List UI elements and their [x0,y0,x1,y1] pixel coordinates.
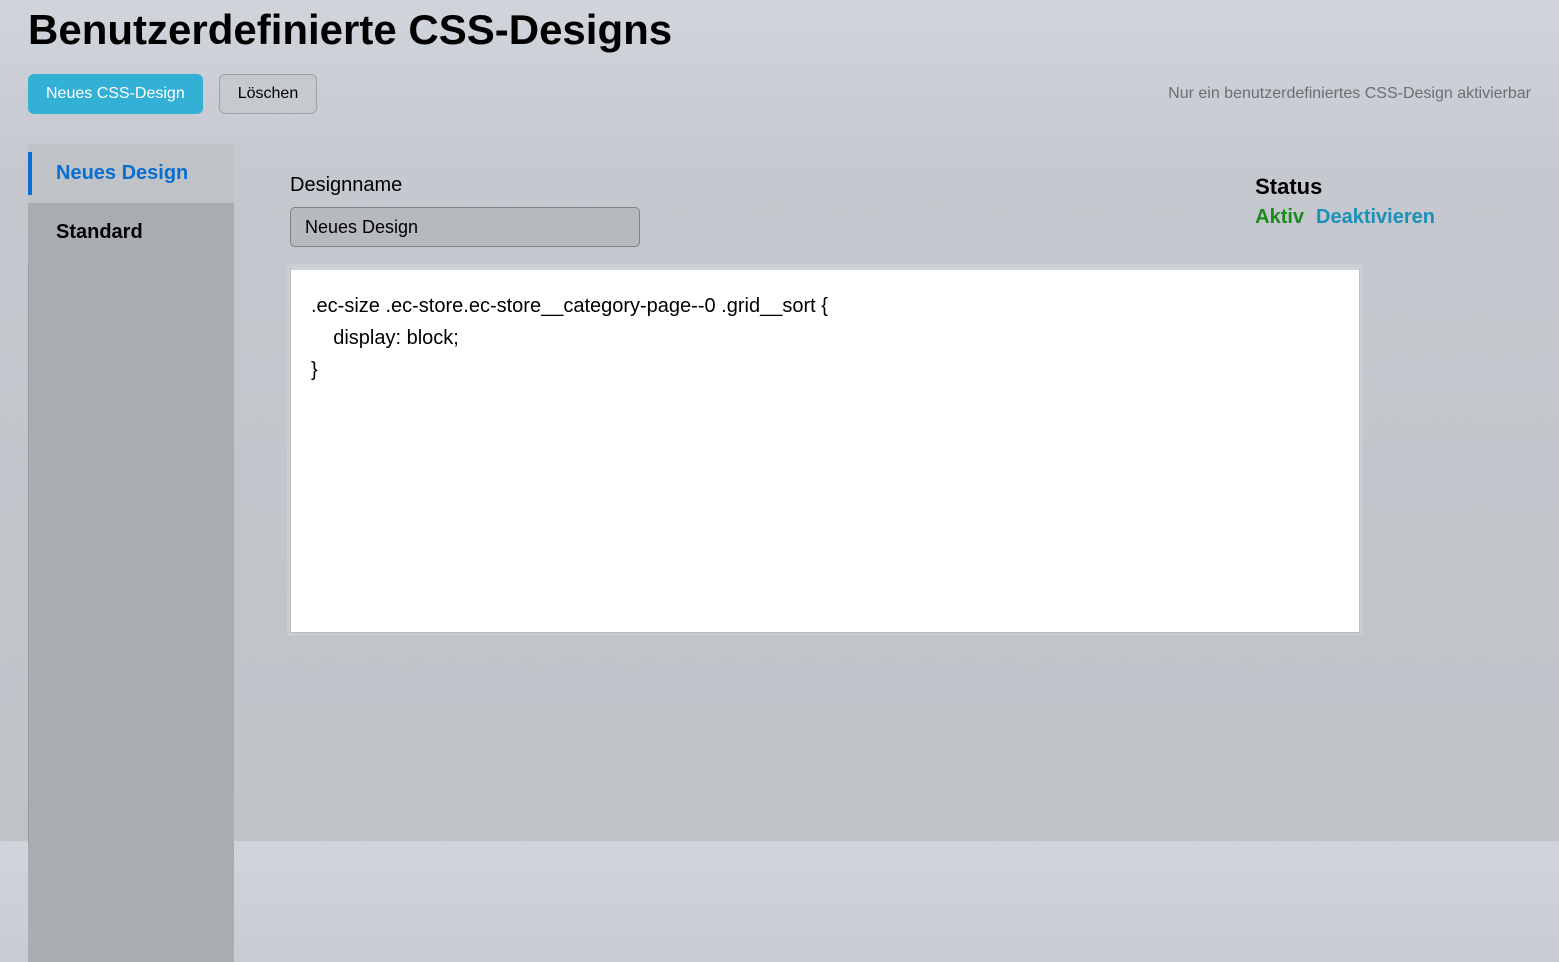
delete-button[interactable]: Löschen [219,74,318,114]
new-css-design-button[interactable]: Neues CSS-Design [28,74,203,114]
page-title: Benutzerdefinierte CSS-Designs [0,0,1559,74]
designname-field-block: Designname [290,174,640,247]
sidebar-item-standard[interactable]: Standard [28,203,234,262]
sidebar-item-label: Standard [56,221,143,243]
sidebar-item-neues-design[interactable]: Neues Design [28,144,234,203]
content-panel: Neues Design Standard Designname Status … [28,144,1531,844]
editor-area: Designname Status Aktiv Deaktivieren [234,144,1531,844]
form-row: Designname Status Aktiv Deaktivieren [290,174,1495,247]
status-label: Status [1255,174,1435,200]
designname-label: Designname [290,174,640,197]
status-block: Status Aktiv Deaktivieren [1255,174,1495,229]
activation-hint: Nur ein benutzerdefiniertes CSS-Design a… [1168,85,1531,103]
toolbar: Neues CSS-Design Löschen Nur ein benutze… [0,74,1559,144]
designname-input[interactable] [290,207,640,247]
status-active-text: Aktiv [1255,206,1304,229]
deactivate-link[interactable]: Deaktivieren [1316,206,1435,229]
css-code-editor[interactable] [290,267,1360,633]
status-line: Aktiv Deaktivieren [1255,206,1435,229]
sidebar-fill [28,262,234,962]
design-sidebar: Neues Design Standard [28,144,234,844]
sidebar-item-label: Neues Design [56,162,188,184]
